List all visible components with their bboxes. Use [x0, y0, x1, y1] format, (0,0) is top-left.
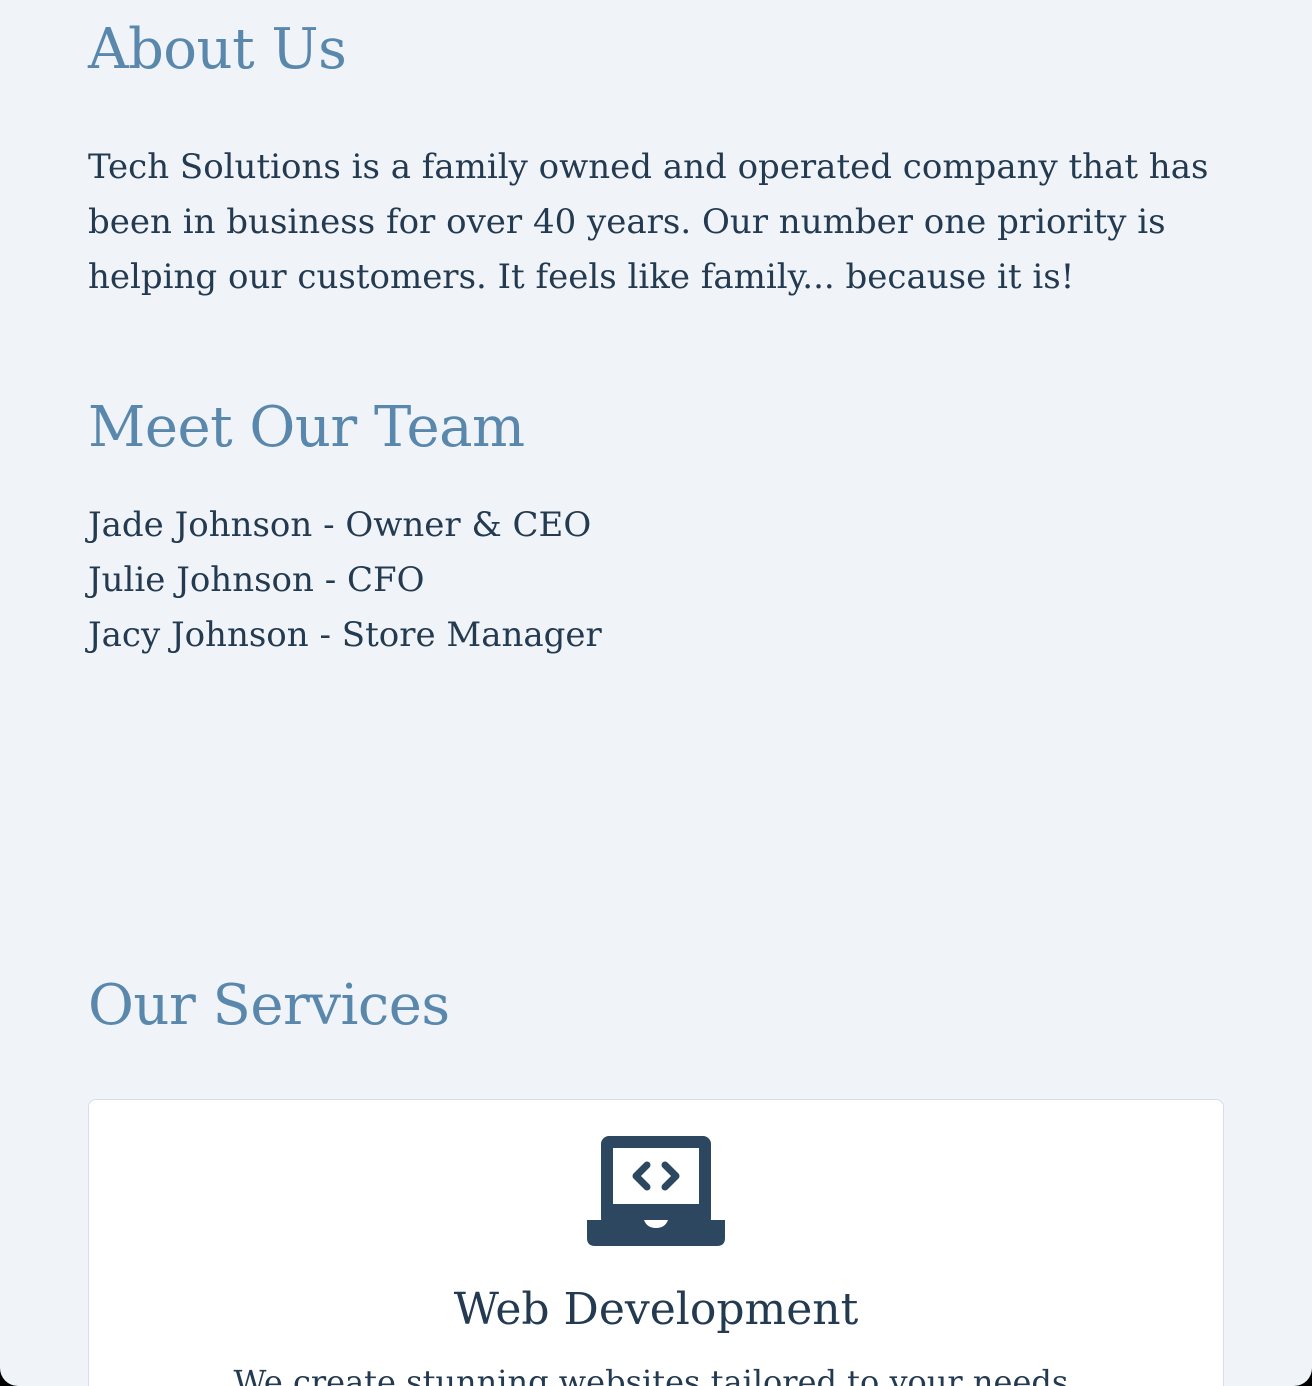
page: About Us Tech Solutions is a family owne… — [0, 0, 1312, 1386]
service-card-web-development: Web Development We create stunning websi… — [88, 1099, 1224, 1386]
service-description: We create stunning websites tailored to … — [233, 1363, 1079, 1386]
about-heading: About Us — [88, 17, 347, 82]
service-title: Web Development — [453, 1284, 859, 1335]
team-member: Jade Johnson - Owner & CEO — [88, 505, 592, 545]
services-heading: Our Services — [88, 973, 450, 1038]
about-description: Tech Solutions is a family owned and ope… — [88, 147, 1209, 297]
team-list: Jade Johnson - Owner & CEO Julie Johnson… — [88, 498, 602, 663]
team-member: Julie Johnson - CFO — [88, 560, 425, 600]
team-member: Jacy Johnson - Store Manager — [88, 615, 602, 655]
team-heading: Meet Our Team — [88, 395, 525, 460]
laptop-code-icon — [587, 1136, 725, 1246]
